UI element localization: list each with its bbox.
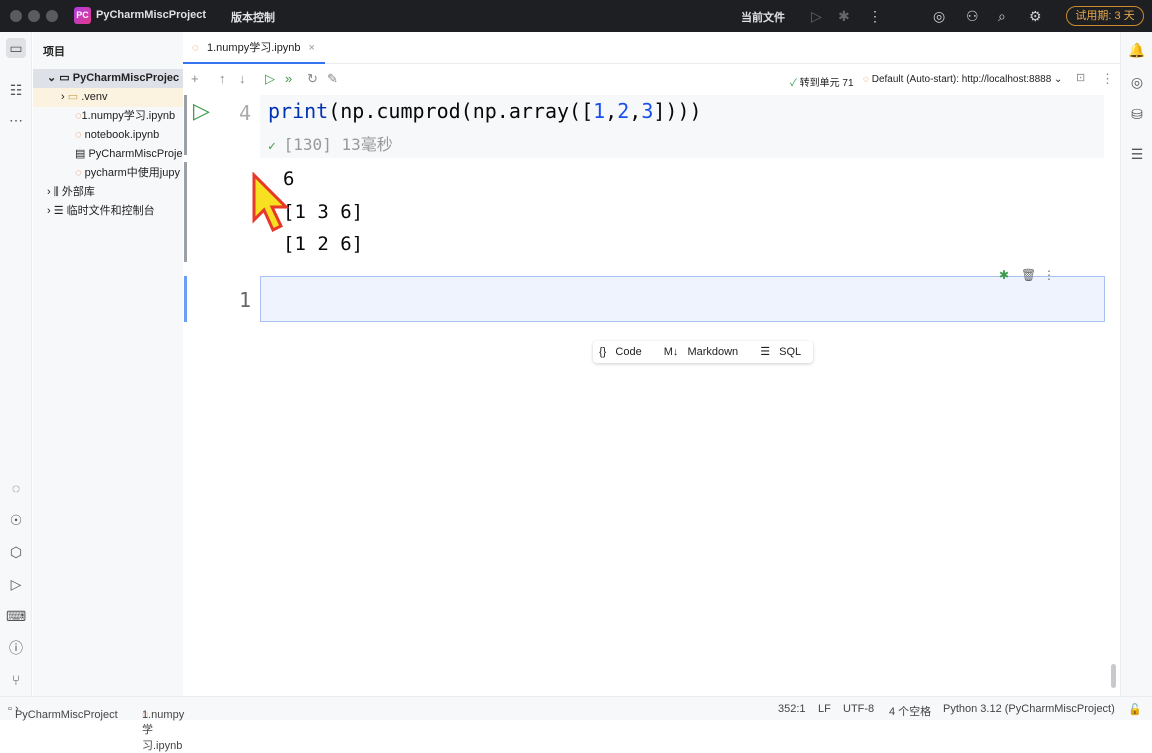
tree-label: 1.numpy学习.ipynb — [81, 110, 176, 122]
line-number: 4 — [239, 101, 252, 125]
vcs-menu[interactable]: 版本控制 — [231, 9, 275, 25]
tree-label: 外部库 — [61, 186, 95, 198]
tree-item-file[interactable]: ▤ PyCharmMiscProje — [33, 145, 183, 164]
line-separator[interactable]: LF — [818, 703, 831, 715]
move-up-icon[interactable]: ↑ — [219, 71, 226, 86]
encoding[interactable]: UTF-8 — [843, 703, 874, 715]
services-icon[interactable]: ⬡ — [6, 542, 26, 562]
tree-label: PyCharmMiscProje — [88, 148, 183, 160]
bug-icon[interactable]: ✱ — [999, 268, 1009, 282]
empty-code-cell[interactable] — [260, 276, 1105, 322]
kernel-selector[interactable]: ◌ Default (Auto-start): http://localhost… — [863, 74, 1062, 85]
cursor-pointer-icon — [252, 172, 290, 233]
add-sql-cell-button[interactable]: ☰ SQL — [754, 341, 813, 363]
run-config-selector[interactable]: 当前文件 — [741, 9, 785, 25]
output-line: [1 2 6] — [283, 233, 364, 255]
minimize-window-button[interactable] — [28, 10, 40, 22]
tree-item-project-root[interactable]: ⌄ ▭ PyCharmMiscProjec — [33, 69, 183, 88]
run-icon[interactable]: ▷ — [811, 8, 822, 25]
debug-icon[interactable]: ✱ — [838, 8, 850, 25]
title-bar: PC PyCharmMiscProject 版本控制 当前文件 ▷ ✱ ⋮ ◎ … — [0, 0, 1152, 32]
more-icon[interactable]: ⋮ — [1101, 71, 1114, 87]
close-window-button[interactable] — [10, 10, 22, 22]
interpreter[interactable]: Python 3.12 (PyCharmMiscProject) — [943, 703, 1115, 715]
folder-icon[interactable]: ▭ — [6, 38, 26, 58]
trial-badge[interactable]: 试用期: 3 天 — [1066, 6, 1144, 26]
breadcrumb-project[interactable]: ▫ PyCharmMiscProject › — [8, 703, 118, 721]
tab-notebook[interactable]: ◌ 1.numpy学习.ipynb × — [183, 32, 325, 64]
right-tool-strip: 🔔 ◎ ⛁ ☰ — [1120, 32, 1152, 696]
run-cell-button[interactable]: ▷ — [193, 98, 210, 124]
project-panel: 项目 ⌄ ▭ PyCharmMiscProjec › ▭ .venv ◌1.nu… — [33, 32, 183, 696]
clear-outputs-icon[interactable]: ✎ — [327, 71, 338, 87]
output-line: [1 3 6] — [283, 201, 364, 223]
app-logo: PC — [74, 7, 91, 24]
tree-item-venv[interactable]: › ▭ .venv — [33, 88, 183, 107]
project-selector[interactable]: PyCharmMiscProject — [96, 9, 206, 21]
tree-label: 临时文件和控制台 — [66, 205, 155, 217]
ai-chat-icon[interactable]: ◎ — [1127, 72, 1147, 92]
tree-label: .venv — [81, 91, 108, 103]
search-icon[interactable]: ⌕ — [998, 8, 1006, 25]
move-down-icon[interactable]: ↓ — [239, 71, 246, 86]
tree-item-notebook[interactable]: ◌ notebook.ipynb — [33, 126, 183, 145]
goto-cell[interactable]: ✓ 转到单元 71 — [790, 74, 854, 89]
add-user-icon[interactable]: ⚇ — [966, 8, 979, 25]
project-panel-title[interactable]: 项目 — [43, 43, 65, 59]
terminal-icon[interactable]: ⊡ — [1076, 71, 1085, 84]
left-tool-strip: ▭ ☷ ⋯ ◌ ☉ ⬡ ▷ ⌨ ⓘ ⑂ — [0, 32, 32, 696]
tree-label: pycharm中使用jupy — [84, 167, 180, 179]
scrollbar[interactable] — [1111, 664, 1116, 688]
jupyter-icon[interactable]: ◌ — [6, 478, 26, 498]
ai-assistant-icon[interactable]: ◎ — [933, 8, 945, 25]
database-icon[interactable]: ⛁ — [1127, 104, 1147, 124]
code-line[interactable]: print(np.cumprod(np.array([1,2,3]))) — [268, 99, 702, 123]
status-bar: ▫ PyCharmMiscProject › ◌ 1.numpy学习.ipynb… — [0, 696, 1152, 752]
tree-item-notebook-1[interactable]: ◌1.numpy学习.ipynb — [33, 107, 183, 126]
tree-item-jupyter-notebook[interactable]: ◌ pycharm中使用jupy — [33, 164, 183, 183]
delete-cell-icon[interactable]: 🗑 — [1021, 268, 1036, 282]
restart-kernel-icon[interactable]: ↻ — [307, 71, 318, 87]
terminal-icon[interactable]: ⌨ — [6, 606, 26, 626]
gear-icon[interactable]: ⚙ — [1029, 8, 1042, 25]
close-tab-icon[interactable]: × — [309, 42, 315, 54]
notifications-icon[interactable]: 🔔 — [1127, 40, 1147, 60]
add-markdown-cell-button[interactable]: M↓ Markdown — [658, 341, 750, 363]
cursor-position[interactable]: 352:1 — [778, 703, 806, 715]
tab-label: 1.numpy学习.ipynb — [207, 42, 301, 54]
add-cell-icon[interactable]: + — [191, 71, 199, 86]
notebook-editor: ◌ 1.numpy学习.ipynb × + ↑ ↓ ▷ » ↻ ✎ ✓ 转到单元 7… — [183, 32, 1120, 696]
run-tool-icon[interactable]: ▷ — [6, 574, 26, 594]
add-code-cell-button[interactable]: {} Code — [593, 341, 654, 363]
more-icon[interactable]: ⋮ — [868, 8, 882, 25]
run-all-icon[interactable]: » — [285, 71, 292, 86]
structure-icon[interactable]: ☷ — [6, 80, 26, 100]
run-cell-icon[interactable]: ▷ — [265, 71, 275, 87]
tree-label: notebook.ipynb — [84, 129, 160, 141]
git-icon[interactable]: ⑂ — [6, 670, 26, 690]
notebook-toolbar: + ↑ ↓ ▷ » ↻ ✎ ✓ 转到单元 71 ◌ Default (Auto-… — [183, 65, 1120, 93]
cell-more-icon[interactable]: ⋮ — [1043, 268, 1055, 282]
tree-item-external-libs[interactable]: › ⫼ 外部库 — [33, 183, 183, 202]
layout-icon[interactable]: ☰ — [1127, 144, 1147, 164]
lock-icon[interactable]: 🔓 — [1128, 703, 1142, 716]
tree-item-scratches[interactable]: › ☰ 临时文件和控制台 — [33, 202, 183, 221]
indent[interactable]: 4 个空格 — [889, 703, 931, 719]
more-tools-icon[interactable]: ⋯ — [6, 110, 26, 130]
tree-label: PyCharmMiscProjec — [72, 72, 180, 84]
execution-info: ✓ [130] 13毫秒 — [268, 135, 393, 154]
add-cell-bar: {} Code M↓ Markdown ☰ SQL — [593, 341, 814, 363]
python-console-icon[interactable]: ☉ — [6, 510, 26, 530]
maximize-window-button[interactable] — [46, 10, 58, 22]
problems-icon[interactable]: ⓘ — [6, 638, 26, 658]
code-cell[interactable]: print(np.cumprod(np.array([1,2,3]))) ✓ [… — [260, 95, 1104, 158]
line-number: 1 — [239, 288, 252, 312]
